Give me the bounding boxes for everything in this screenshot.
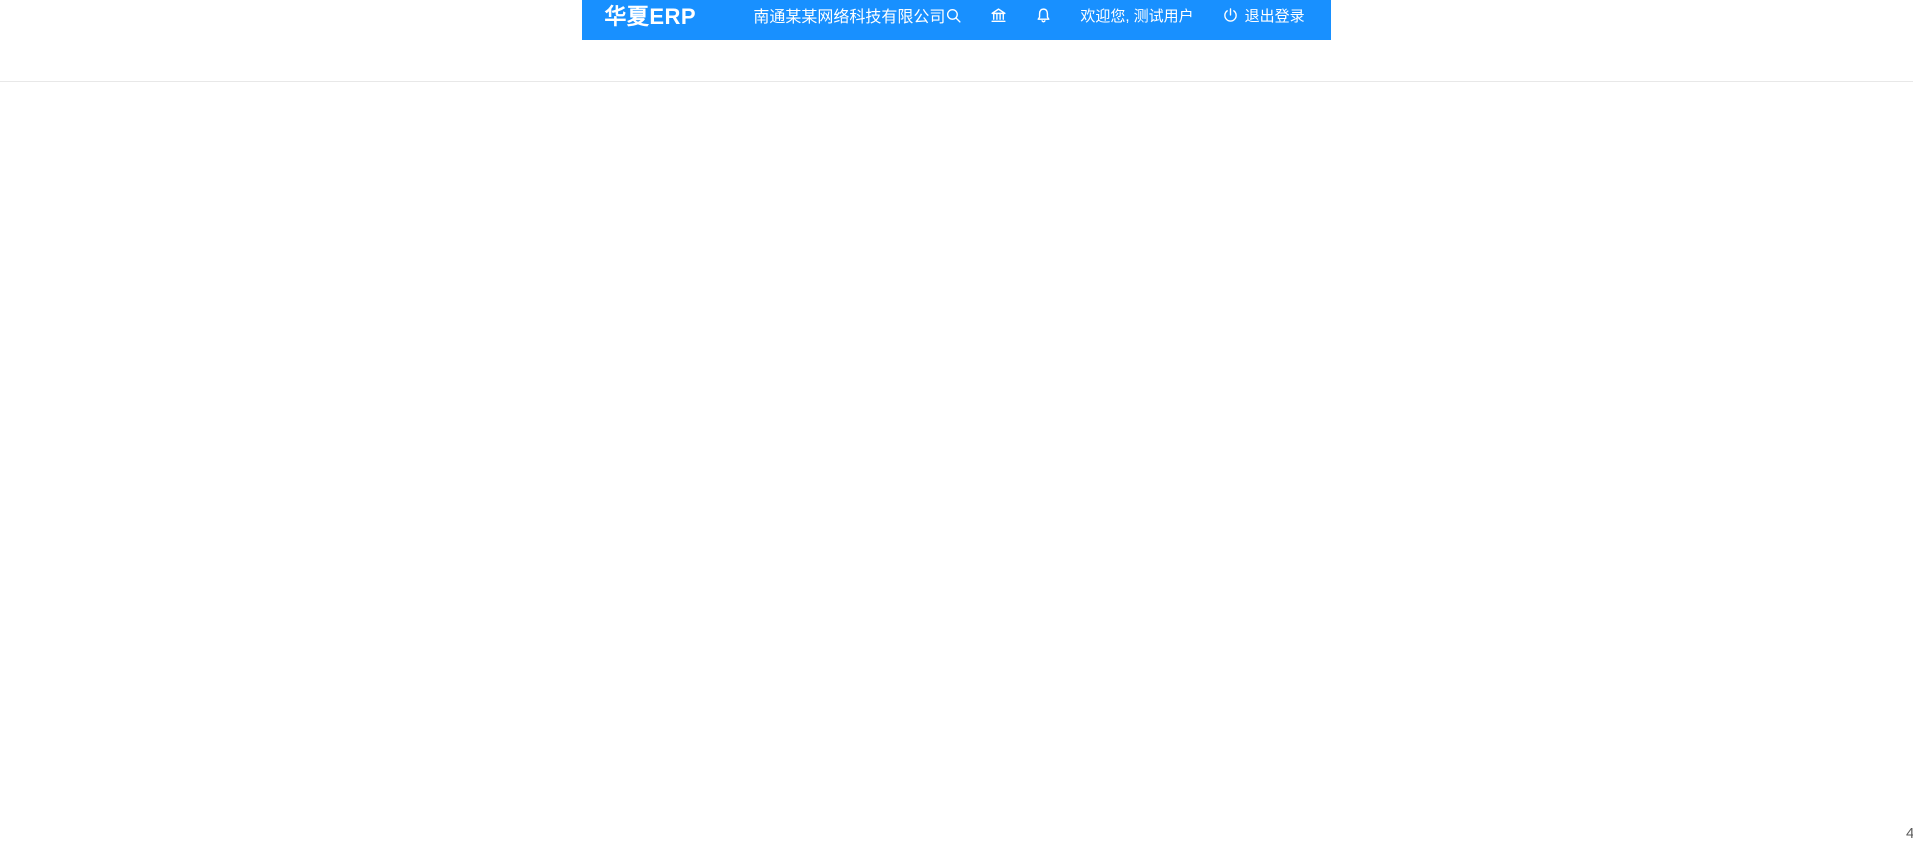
- erp-app: 华夏ERP 南通某某网络科技有限公司 欢迎您, 测试用户 退出登录 首页零售管理…: [0, 0, 1913, 30]
- toolbar: 新增 导出 批量操作 列设置 ?: [0, 155, 1913, 191]
- pagination: 1-10 共125条 12345•••13 10 条/页 跳至 页: [0, 787, 1913, 848]
- bank-icon[interactable]: [990, 7, 1007, 24]
- logout-label: 退出登录: [1245, 5, 1305, 26]
- filter-bar: 单据编号: 商品信息: 单据日期: ~: [0, 102, 1913, 138]
- logout-icon: [1222, 7, 1239, 24]
- search-icon[interactable]: [945, 7, 962, 24]
- table-wrap: 操作供应商单据编号商品信息单据日期操作员数量金额合计含税合计待付金额本次付款本次…: [0, 206, 1913, 788]
- company-name: 南通某某网络科技有限公司: [753, 3, 945, 27]
- bell-icon[interactable]: [1035, 7, 1052, 24]
- page-list: 12345•••13: [0, 819, 1913, 848]
- app-logo[interactable]: 华夏ERP: [582, 0, 737, 31]
- logout-button[interactable]: 退出登录: [1222, 5, 1305, 26]
- top-header: 华夏ERP 南通某某网络科技有限公司 欢迎您, 测试用户 退出登录: [582, 0, 1330, 40]
- welcome-text: 欢迎您, 测试用户: [1080, 5, 1193, 26]
- header-actions: 欢迎您, 测试用户 退出登录: [945, 5, 1330, 26]
- tab-bar: 首页采购入库: [0, 40, 1913, 82]
- content: 单据编号: 商品信息: 单据日期: ~: [0, 82, 1913, 848]
- page-button[interactable]: 3: [0, 819, 944, 848]
- page-button[interactable]: 4: [954, 819, 1913, 848]
